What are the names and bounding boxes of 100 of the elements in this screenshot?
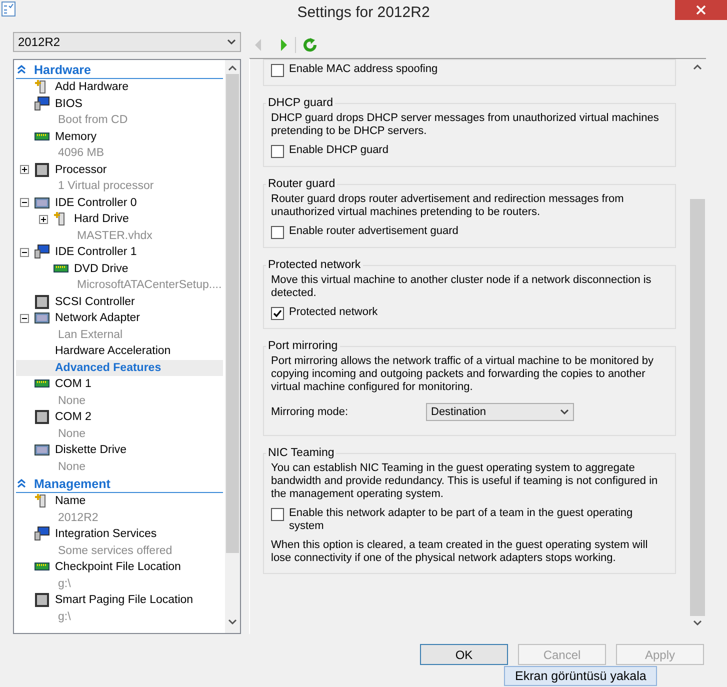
checkbox-option[interactable]: Enable router advertisement guard (271, 225, 670, 239)
tree-item[interactable]: DVD Drive (16, 260, 223, 277)
device-icon (34, 96, 50, 112)
scroll-down-icon[interactable] (693, 620, 702, 626)
collapse-icon[interactable] (20, 198, 29, 208)
tree-item-label: Smart Paging File Location (55, 594, 194, 606)
expand-icon[interactable] (39, 214, 48, 224)
tree-item[interactable]: Hardware Acceleration (16, 343, 223, 360)
group-description: Router guard drops router advertisement and redirection messages from unauthorized virtual machines pretending to be routers. (271, 193, 625, 219)
refresh-icon[interactable] (302, 37, 318, 53)
group-description: Move this virtual machine to another cluster node if a network disconnection is detected. (271, 274, 652, 300)
tree-item-detail: 1 Virtual processor (57, 179, 155, 194)
tree-item-label: COM 1 (55, 378, 92, 390)
window-title: Settings for 2012R2 (297, 4, 430, 21)
tree-item[interactable]: SCSI Controller (16, 294, 223, 310)
checkbox[interactable] (271, 307, 284, 320)
collapse-section-icon[interactable] (17, 65, 26, 74)
tree-item[interactable]: COM 2 (16, 409, 223, 426)
device-icon (34, 310, 50, 326)
group-title: Port mirroring (266, 340, 340, 352)
checkbox-option[interactable]: Enable DHCP guard (271, 144, 670, 158)
scroll-up-icon[interactable] (693, 64, 702, 70)
mirroring-mode-dropdown[interactable]: Destination (426, 403, 574, 421)
tree-item-label: SCSI Controller (55, 296, 135, 308)
tree-item[interactable]: Network Adapter (16, 310, 223, 326)
caret-icon (227, 39, 236, 45)
tree-item-label: Hard Drive (74, 213, 129, 226)
collapse-section-icon[interactable] (17, 479, 26, 488)
group-note: When this option is cleared, a team created in the guest operating system will lose connectivity if one of the physical network adapters stops working. (271, 539, 649, 565)
checkbox[interactable] (271, 64, 284, 77)
tree-item-detail: 4096 MB (57, 146, 106, 162)
group-title: Protected network (266, 259, 363, 271)
tree-item-detail: 2012R2 (57, 510, 100, 526)
tree-item-detail: None (57, 394, 86, 409)
tree-item-label: IDE Controller 0 (55, 196, 137, 209)
tree-item[interactable]: Name (16, 493, 223, 510)
collapse-icon[interactable] (20, 314, 29, 323)
tree-item-label: Advanced Features (55, 362, 162, 374)
tree-item-label: Memory (55, 130, 97, 143)
scrollbar[interactable] (225, 60, 240, 633)
checkbox-option[interactable]: Protected network (271, 306, 670, 320)
collapse-icon[interactable] (20, 248, 29, 257)
device-icon (34, 592, 50, 608)
device-icon (34, 442, 50, 458)
group-title: Router guard (266, 178, 338, 190)
tree-item[interactable]: Hard Drive (16, 211, 223, 228)
tree-item-label: COM 2 (55, 411, 92, 424)
tree-item[interactable]: COM 1 (16, 376, 223, 392)
expand-icon[interactable] (20, 165, 29, 174)
group-description: Port mirroring allows the network traffic of a virtual machine to be monitored by copying incoming and outgoing packets and forwarding the copies to another virtual machine configured for monitoring. (271, 355, 655, 394)
vm-dropdown[interactable]: 2012R2 (13, 32, 241, 52)
group-description: DHCP guard drops DHCP server messages from unauthorized virtual machines pretending to be DHCP servers. (271, 112, 660, 138)
tree-item-label: Network Adapter (55, 312, 140, 324)
checkbox-option[interactable]: Enable this network adapter to be part of a team in the guest operating system (271, 507, 670, 533)
device-icon (34, 294, 50, 310)
tree-item-label: Add Hardware (55, 81, 129, 94)
tree-item-label: IDE Controller 1 (55, 246, 137, 258)
checkbox-option[interactable]: Enable MAC address spoofing (271, 63, 670, 77)
tree-item-detail: g:\ (57, 610, 72, 625)
tree-item[interactable]: Smart Paging File Location (16, 592, 223, 608)
tree-item[interactable]: BIOS (16, 96, 223, 112)
checkbox[interactable] (271, 508, 284, 521)
device-icon (34, 526, 50, 542)
section-header[interactable]: Management (16, 475, 223, 493)
dialog-button[interactable]: OK (420, 644, 508, 665)
tree-item-label: BIOS (55, 98, 82, 110)
group-description: You can establish NIC Teaming in the guest operating system to aggregate bandwidth and provide redundancy. This is useful if teaming is not configured in the management operating system. (271, 462, 659, 501)
tree-item[interactable]: Advanced Features (16, 360, 223, 376)
group-title: NIC Teaming (266, 447, 336, 459)
tree-item[interactable]: Add Hardware (16, 79, 223, 96)
tree-item-detail: None (57, 426, 86, 442)
tooltip: Ekran görüntüsü yakala (504, 666, 658, 686)
field-label: Mirroring mode: (271, 406, 350, 418)
tree-item[interactable]: IDE Controller 1 (16, 244, 223, 260)
tree-item[interactable]: Processor (16, 162, 223, 178)
tree-item-detail: Boot from CD (57, 113, 129, 128)
tree-item[interactable]: Memory (16, 128, 223, 145)
tree-item-label: DVD Drive (74, 262, 128, 275)
settings-app-icon (1, 1, 17, 17)
scroll-up-icon[interactable] (228, 65, 237, 71)
device-icon (34, 162, 50, 178)
device-icon (34, 194, 50, 211)
tree-item-detail: MicrosoftATACenterSetup.... (76, 278, 223, 294)
tree-item-detail: None (57, 460, 86, 475)
close-button[interactable] (675, 0, 727, 20)
section-header[interactable]: Hardware (16, 61, 223, 79)
tree-item[interactable]: IDE Controller 0 (16, 194, 223, 211)
tree-item-detail: g:\ (57, 576, 72, 592)
checkbox[interactable] (271, 226, 284, 239)
device-icon (34, 409, 50, 426)
tree-item[interactable]: Integration Services (16, 526, 223, 542)
group-title: DHCP guard (266, 97, 335, 109)
tree-item-detail: Lan External (57, 328, 124, 343)
device-icon (34, 244, 50, 260)
scroll-down-icon[interactable] (228, 619, 237, 625)
tree-item[interactable]: Diskette Drive (16, 442, 223, 458)
tree-item-label: Name (55, 495, 86, 508)
tree-item-detail: MASTER.vhdx (76, 228, 154, 244)
tree-item[interactable]: Checkpoint File Location (16, 559, 223, 576)
checkbox[interactable] (271, 145, 284, 158)
